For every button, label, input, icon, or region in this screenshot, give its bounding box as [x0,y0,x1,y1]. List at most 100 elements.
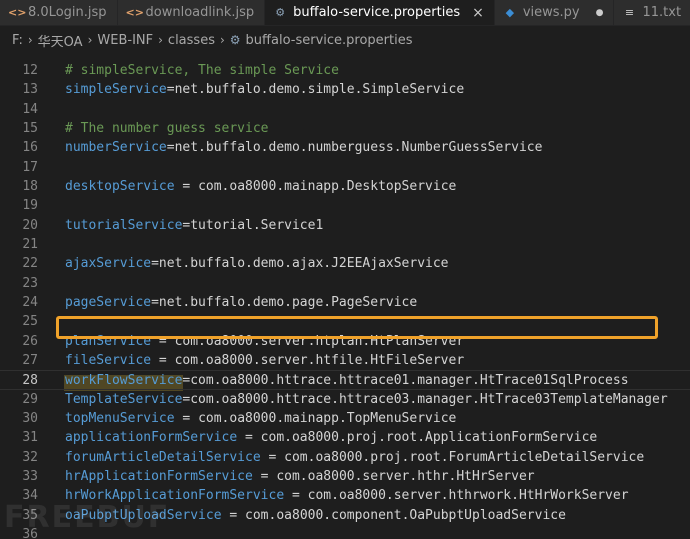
code-comment: # The number guess service [65,120,269,136]
property-value: com.oa8000.httrace.httrace01.manager.HtT… [190,373,629,389]
jsp-file-icon: <> [8,6,27,19]
code-text: topMenuService = com.oa8000.mainapp.TopM… [65,409,456,428]
property-value: com.oa8000.proj.root.ForumArticleDetailS… [284,449,645,465]
code-line[interactable]: 12 # simpleService, The simple Service [0,61,690,80]
gear-file-icon: ⚙ [229,33,241,47]
line-number: 21 [22,236,38,252]
property-value: tutorial.Service1 [190,217,324,233]
property-key: simpleService [65,82,167,98]
code-line[interactable]: 17 [0,158,690,177]
code-line[interactable]: 29 TemplateService=com.oa8000.httrace.htt… [0,390,690,409]
property-key: ajaxService [65,256,152,272]
line-number: 30 [22,410,38,426]
breadcrumb-item[interactable]: classes [168,33,215,48]
breadcrumb-item[interactable]: F: [12,33,23,48]
property-key: desktopService [65,178,175,194]
code-line[interactable]: 26 planService = com.oa8000.server.htplan… [0,332,690,351]
line-number: 17 [22,159,38,175]
property-key: topMenuService [65,410,175,426]
line-number: 23 [22,275,38,291]
code-line[interactable]: 15 # The number guess service [0,119,690,138]
code-editor[interactable]: 12 # simpleService, The simple Service 13 s… [0,54,690,539]
line-number: 18 [22,178,38,194]
watermark: FREEBUF [4,500,171,535]
breadcrumb-item[interactable]: 华天OA [38,31,83,50]
property-value: net.buffalo.demo.numberguess.NumberGuess… [174,140,543,156]
property-separator: = [260,449,285,465]
line-number: 28 [22,373,38,389]
line-number: 26 [22,333,38,349]
code-line[interactable]: 13 simpleService=net.buffalo.demo.simple.… [0,80,690,99]
code-comment: # simpleService, The simple Service [65,63,339,78]
line-number: 19 [22,198,38,214]
property-separator: = [151,333,175,349]
tab-label: 11.txt [642,5,682,20]
unsaved-dot-icon[interactable]: ● [596,8,604,18]
property-separator: = [174,410,199,426]
code-line[interactable]: 30 topMenuService = com.oa8000.mainapp.To… [0,409,690,428]
line-number: 12 [22,63,38,78]
code-line[interactable]: 27 fileService = com.oa8000.server.htfile… [0,351,690,370]
code-text: applicationFormService = com.oa8000.proj… [65,428,597,447]
code-text: # simpleService, The simple Service [65,61,339,80]
property-separator: = [237,430,261,446]
line-number: 27 [22,352,38,368]
property-value: com.oa8000.proj.root.ApplicationFormServ… [260,430,598,446]
tab-buffalo-service-properties[interactable]: ⚙ buffalo-service.properties × [265,0,495,25]
line-number: 22 [22,256,38,272]
property-separator: = [151,294,159,310]
code-line[interactable]: 25 [0,312,690,331]
text-file-icon: ≡ [624,6,635,19]
code-text: # The number guess service [65,119,269,138]
code-text: pageService=net.buffalo.demo.page.PageSe… [65,293,417,312]
chevron-right-icon: › [158,33,163,47]
tab-bar: <> 8.0Login.jsp <> downloadlink.jsp ⚙ buffalo… [0,0,690,26]
tab-label: views.py [522,5,580,20]
code-text: planService = com.oa8000.server.htplan.H… [65,332,464,351]
code-text: numberService=net.buffalo.demo.numbergue… [65,138,542,157]
close-icon[interactable]: × [472,5,484,21]
code-text: tutorialService=tutorial.Service1 [65,216,323,235]
chevron-right-icon: › [27,33,33,47]
tab-downloadlink-jsp[interactable]: <> downloadlink.jsp [117,0,266,25]
tab-8-0login-jsp[interactable]: <> 8.0Login.jsp [0,0,118,25]
property-value: com.oa8000.server.hthr.HtHrServer [276,468,535,484]
property-value: com.oa8000.server.htplan.HtPlanServer [174,333,465,349]
line-number: 33 [22,468,38,484]
line-number: 14 [22,101,38,117]
code-text: fileService = com.oa8000.server.htfile.H… [65,351,464,370]
property-value: net.buffalo.demo.page.PageService [158,294,418,310]
code-line[interactable]: 18 desktopService = com.oa8000.mainapp.De… [0,177,690,196]
code-line[interactable]: 16 numberService=net.buffalo.demo.numberg… [0,138,690,157]
jsp-file-icon: <> [125,6,144,19]
code-line[interactable]: 23 [0,274,690,293]
code-line[interactable]: 21 [0,235,690,254]
code-line[interactable]: 33 hrApplicationFormService = com.oa8000.… [0,467,690,486]
code-line[interactable]: 32 forumArticleDetailService = com.oa8000… [0,448,690,467]
code-text: ajaxService=net.buffalo.demo.ajax.J2EEAj… [65,254,449,273]
tab-label: buffalo-service.properties [293,5,461,20]
python-file-icon: ◆ [505,6,515,19]
breadcrumb-item[interactable]: buffalo-service.properties [246,33,413,48]
property-separator: = [151,352,175,368]
property-value: com.oa8000.component.OaPubptUploadServic… [245,507,566,523]
code-line[interactable]: 20 tutorialService=tutorial.Service1 [0,216,690,235]
property-value: net.buffalo.demo.simple.SimpleService [174,82,465,98]
code-line[interactable]: 24 pageService=net.buffalo.demo.page.Page… [0,293,690,312]
property-key: fileService [65,352,152,368]
code-line[interactable]: 28 workFlowService=com.oa8000.httrace.htt… [0,370,690,390]
line-number: 13 [22,82,38,98]
breadcrumb-item[interactable]: WEB-INF [97,33,153,48]
code-line[interactable]: 31 applicationFormService = com.oa8000.pr… [0,428,690,447]
code-line[interactable]: 19 [0,196,690,215]
line-number: 31 [22,430,38,446]
tab-views-py[interactable]: ◆ views.py ● [494,0,615,25]
code-line[interactable]: 22 ajaxService=net.buffalo.demo.ajax.J2EE… [0,254,690,273]
chevron-right-icon: › [219,33,225,47]
property-key: applicationFormService [65,430,238,446]
code-line[interactable]: 14 [0,100,690,119]
tab-11-txt[interactable]: ≡ 11.txt [614,0,690,25]
code-text: TemplateService=com.oa8000.httrace.httra… [65,390,668,409]
property-key: workFlowService [65,373,183,389]
property-value: com.oa8000.server.htfile.HtFileServer [174,352,465,368]
